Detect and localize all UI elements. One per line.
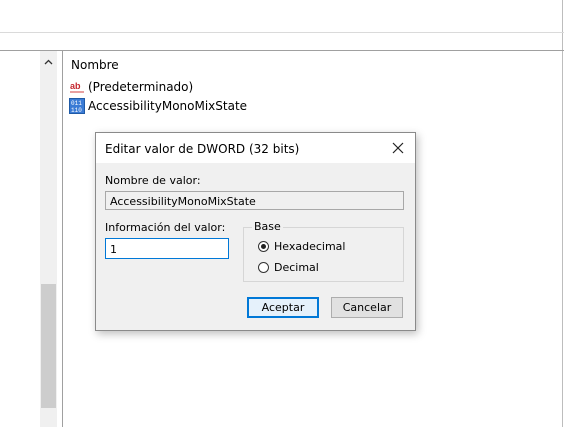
hexadecimal-label: Hexadecimal <box>274 240 346 253</box>
svg-text:110: 110 <box>71 107 82 114</box>
hexadecimal-radio[interactable]: Hexadecimal <box>258 240 345 253</box>
decimal-radio[interactable]: Decimal <box>258 261 319 274</box>
binary-value-icon: 011 110 <box>69 97 85 114</box>
value-name-label: Nombre de valor: <box>105 174 201 187</box>
value-row-accessibility[interactable]: 011 110 AccessibilityMonoMixState <box>69 97 247 114</box>
value-data-input[interactable]: 1 <box>105 238 229 259</box>
value-data-label: Información del valor: <box>105 221 226 234</box>
decimal-label: Decimal <box>274 261 319 274</box>
svg-text:011: 011 <box>71 100 82 107</box>
top-toolbar <box>0 0 564 33</box>
base-groupbox: Base Hexadecimal Decimal <box>243 220 404 282</box>
ok-button[interactable]: Aceptar <box>247 297 319 318</box>
column-header-name[interactable]: Nombre <box>71 58 119 72</box>
close-button[interactable] <box>389 139 407 157</box>
pane-splitter[interactable] <box>62 51 63 427</box>
scroll-up-button[interactable] <box>40 53 57 70</box>
string-value-icon: ab <box>69 79 85 95</box>
chevron-up-icon <box>44 59 53 64</box>
dialog-title: Editar valor de DWORD (32 bits) <box>105 142 300 156</box>
dialog-title-bar: Editar valor de DWORD (32 bits) <box>96 133 415 163</box>
scrollbar-thumb[interactable] <box>41 284 56 408</box>
close-icon <box>392 142 404 154</box>
base-label: Base <box>252 220 283 233</box>
value-row-default[interactable]: ab (Predeterminado) <box>69 78 193 95</box>
value-name: AccessibilityMonoMixState <box>88 98 248 113</box>
radio-selected-icon <box>258 241 269 252</box>
value-name-field: AccessibilityMonoMixState <box>105 191 404 210</box>
value-name: (Predeterminado) <box>88 79 194 94</box>
cancel-button[interactable]: Cancelar <box>331 297 403 318</box>
svg-text:ab: ab <box>70 81 81 91</box>
edit-dword-dialog: Editar valor de DWORD (32 bits) Nombre d… <box>95 132 416 331</box>
window-edge <box>562 51 563 427</box>
address-bar[interactable] <box>0 33 564 51</box>
radio-unselected-icon <box>258 262 269 273</box>
